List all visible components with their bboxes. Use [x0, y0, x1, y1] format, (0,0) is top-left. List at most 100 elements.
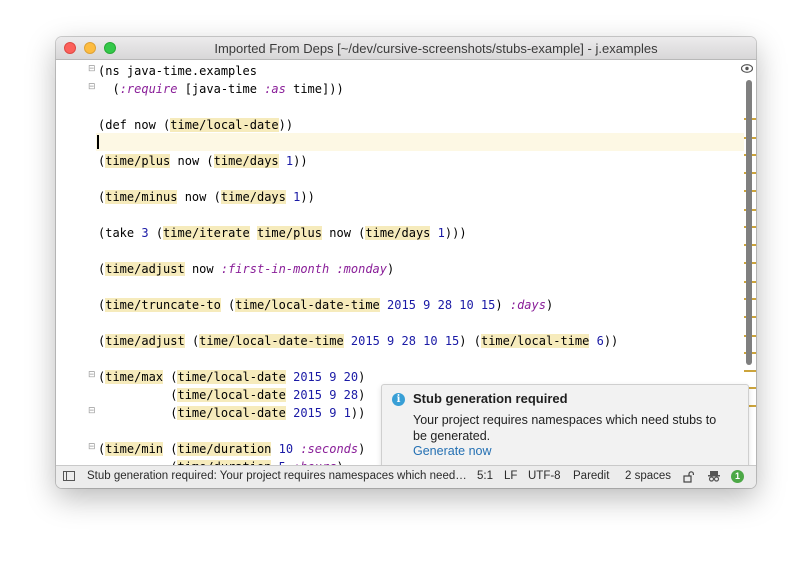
code-line[interactable]: (time/max (time/local-date 2015 9 20) — [98, 368, 365, 386]
code-line[interactable]: (time/minus now (time/days 1)) — [98, 188, 315, 206]
code-number: 3 — [141, 226, 149, 240]
minimize-button[interactable] — [84, 42, 96, 54]
close-button[interactable] — [64, 42, 76, 54]
code-text: )) — [603, 334, 619, 348]
code-text: now — [184, 262, 221, 276]
code-text: now ( — [322, 226, 366, 240]
code-text: )) — [278, 118, 294, 132]
code-text: )) — [300, 190, 315, 204]
editor-gutter[interactable]: ⊟ ⊟ ⊟ ⊟ ⊟ — [56, 60, 96, 465]
code-symbol: time/truncate-to — [105, 298, 221, 312]
code-number: 2015 9 28 10 15 — [350, 334, 460, 348]
code-line[interactable]: (time/plus now (time/days 1)) — [98, 152, 308, 170]
fold-open-icon[interactable]: ⊟ — [88, 442, 96, 452]
code-number: 1 — [437, 226, 445, 240]
code-text: ( — [98, 82, 120, 96]
code-text: ) — [387, 262, 395, 276]
code-symbol: time/max — [105, 370, 164, 384]
fold-open-icon[interactable]: ⊟ — [88, 370, 96, 380]
file-encoding[interactable]: UTF-8 — [528, 470, 561, 482]
code-symbol: time/min — [105, 442, 164, 456]
code-text: ( — [184, 334, 200, 348]
code-keyword: :first-in-month :monday — [220, 262, 388, 276]
notification-title: Stub generation required — [413, 391, 568, 406]
code-text: )) — [293, 154, 308, 168]
code-line[interactable]: (take 3 (time/iterate time/plus now (tim… — [98, 224, 467, 242]
code-number: 6 — [596, 334, 604, 348]
generate-now-link[interactable]: Generate now — [413, 444, 492, 458]
code-keyword: :require — [119, 82, 178, 96]
code-line[interactable]: (time/local-date 2015 9 28) — [98, 386, 365, 404]
code-line[interactable]: (time/truncate-to (time/local-date-time … — [98, 296, 553, 314]
code-line[interactable]: (time/local-date 2015 9 1)) — [98, 404, 365, 422]
vertical-scrollbar[interactable] — [746, 80, 752, 365]
fold-close-icon[interactable]: ⊟ — [88, 406, 96, 416]
code-line[interactable]: (:require [java-time :as time])) — [98, 80, 343, 98]
caret-position[interactable]: 5:1 — [477, 470, 493, 482]
code-symbol: time/local-date-time — [199, 334, 344, 348]
code-text: ( — [220, 298, 236, 312]
event-log-badge[interactable]: 1 — [731, 470, 744, 483]
code-symbol: time/iterate — [163, 226, 250, 240]
code-text: ) — [545, 298, 554, 312]
code-text: ) ( — [459, 334, 481, 348]
code-text: (def now ( — [98, 118, 171, 132]
code-symbol: time/local-date-time — [235, 298, 380, 312]
hector-inspector-icon[interactable] — [707, 470, 721, 484]
stub-notification-balloon: i Stub generation required Your project … — [381, 384, 749, 465]
title-bar[interactable]: Imported From Deps [~/dev/cursive-screen… — [56, 37, 756, 60]
status-bar: Stub generation required: Your project r… — [56, 465, 756, 488]
unlock-icon[interactable] — [683, 471, 695, 483]
code-text: ) — [358, 388, 366, 402]
indent-setting[interactable]: 2 spaces — [625, 470, 671, 482]
code-number: 2015 9 28 — [293, 388, 359, 402]
code-number: 2015 9 20 — [293, 370, 359, 384]
tool-windows-toggle-icon[interactable] — [63, 471, 75, 481]
code-text: ) — [358, 442, 366, 456]
info-icon: i — [392, 393, 405, 406]
code-line[interactable]: (time/adjust now :first-in-month :monday… — [98, 260, 394, 278]
fold-close-icon[interactable]: ⊟ — [88, 82, 96, 92]
code-text: now ( — [177, 190, 221, 204]
code-line[interactable]: (time/min (time/duration 10 :seconds) — [98, 440, 365, 458]
text-caret — [97, 135, 99, 149]
status-message[interactable]: Stub generation required: Your project r… — [87, 470, 469, 482]
code-symbol: time/local-date — [177, 370, 286, 384]
code-keyword: :seconds — [300, 442, 359, 456]
code-text: now ( — [170, 154, 214, 168]
zoom-button[interactable] — [104, 42, 116, 54]
code-symbol: time/plus — [256, 226, 323, 240]
line-separator[interactable]: LF — [504, 470, 517, 482]
ide-window: Imported From Deps [~/dev/cursive-screen… — [56, 37, 756, 488]
fold-open-icon[interactable]: ⊟ — [88, 64, 96, 74]
code-text: ))) — [444, 226, 467, 240]
code-symbol: time/days — [213, 154, 279, 168]
window-title: Imported From Deps [~/dev/cursive-screen… — [214, 41, 658, 56]
code-text: )) — [350, 406, 366, 420]
code-number: 2015 9 28 10 15 — [387, 298, 496, 312]
code-line[interactable]: (def now (time/local-date)) — [98, 116, 293, 134]
code-line[interactable]: (time/duration 5 :hours) — [98, 458, 344, 465]
code-line[interactable]: (ns java-time.examples — [98, 62, 257, 80]
code-symbol: time/local-date — [177, 388, 286, 402]
error-stripe-mark[interactable] — [744, 370, 756, 372]
code-symbol: time/adjust — [105, 262, 185, 276]
code-editor[interactable]: ⊟ ⊟ ⊟ ⊟ ⊟ (ns java-time.examples (:requi… — [56, 60, 756, 465]
code-symbol: time/adjust — [105, 334, 185, 348]
code-symbol: time/local-date — [177, 406, 286, 420]
code-number: 10 — [278, 442, 294, 456]
code-symbol: time/local-date — [170, 118, 279, 132]
code-line[interactable]: (time/adjust (time/local-date-time 2015 … — [98, 332, 618, 350]
structural-editing-mode[interactable]: Paredit — [573, 470, 609, 482]
code-symbol: time/days — [365, 226, 431, 240]
code-keyword: :days — [509, 298, 546, 312]
code-text: (take — [98, 226, 142, 240]
